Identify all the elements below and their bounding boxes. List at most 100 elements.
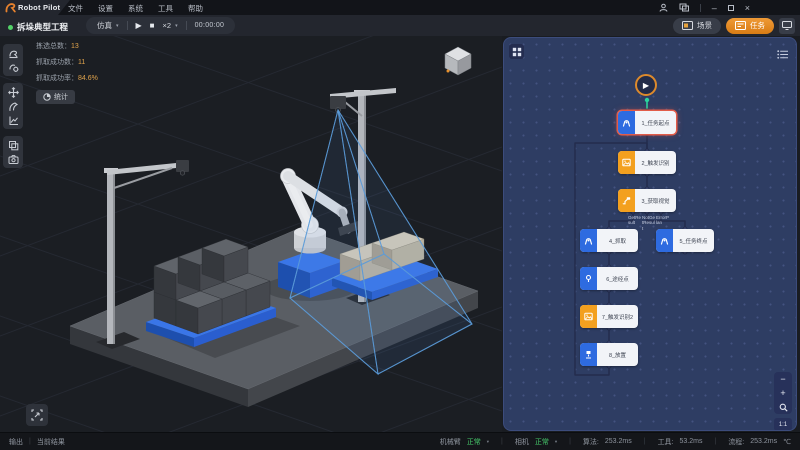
speed-select[interactable]: ×2 xyxy=(163,21,172,30)
tool-time-label: 工具: xyxy=(658,437,674,447)
menu-help[interactable]: 帮助 xyxy=(188,3,203,14)
app-name: Robot Pilot xyxy=(18,3,60,12)
node-trigger-recognition-2[interactable]: 7_触发识别2 xyxy=(580,305,638,328)
node-waypoint[interactable]: 6_途经点 xyxy=(580,267,638,290)
magnifier-icon xyxy=(779,403,788,412)
stop-button[interactable]: ■ xyxy=(150,21,155,30)
capture-frame-icon xyxy=(31,409,43,421)
algorithm-time-value: 253.2ms xyxy=(605,438,632,445)
window-controls: – × xyxy=(659,0,750,15)
tab-task[interactable]: 任务 xyxy=(726,18,774,34)
zoom-out-button[interactable]: − xyxy=(774,372,792,386)
zoom-reset-button[interactable]: 1:1 xyxy=(774,418,792,431)
play-button[interactable]: ▶ xyxy=(136,21,142,30)
pick-stats-overlay: 拣选总数：13 抓取成功数：11 抓取成功率：84.6% 统计 xyxy=(36,41,98,104)
menu-settings[interactable]: 设置 xyxy=(98,3,113,14)
stat-total-label: 拣选总数： xyxy=(36,43,71,50)
maximize-button[interactable] xyxy=(728,5,734,11)
node-grab[interactable]: 4_抓取 xyxy=(580,229,638,252)
tab-scene[interactable]: 场景 xyxy=(673,18,721,34)
menu-tools[interactable]: 工具 xyxy=(158,3,173,14)
user-icon[interactable] xyxy=(659,3,668,12)
menu-system[interactable]: 系统 xyxy=(128,3,143,14)
node-task-end[interactable]: 5_任务终点 xyxy=(656,229,714,252)
robot-library-button[interactable] xyxy=(3,46,23,60)
3d-viewport: 拣选总数：13 抓取成功数：11 抓取成功率：84.6% 统计 xyxy=(0,36,502,432)
chevron-down-icon: ▾ xyxy=(175,23,178,29)
divider xyxy=(127,21,128,30)
copy-layout-button[interactable] xyxy=(3,138,23,152)
menu-file[interactable]: 文件 xyxy=(68,3,83,14)
node-label: 6_途经点 xyxy=(597,275,638,283)
tool-group-edit xyxy=(3,83,23,129)
camera-status: 正常 xyxy=(535,437,549,447)
divider: | xyxy=(569,438,571,445)
divider: | xyxy=(644,438,646,445)
output-label[interactable]: 输出 xyxy=(9,437,23,447)
stat-success-value: 11 xyxy=(78,59,85,66)
flow-overview-button[interactable] xyxy=(509,44,524,59)
divider: | xyxy=(501,438,503,445)
current-result-label[interactable]: 当前结果 xyxy=(37,437,65,447)
node-label: 8_放置 xyxy=(597,351,638,359)
port-label-get-result: GetResult xyxy=(628,215,641,226)
divider: | xyxy=(29,438,31,445)
scene-icon xyxy=(682,21,693,30)
monitor-icon xyxy=(782,21,792,30)
tool-group-capture xyxy=(3,136,23,168)
node-label: 5_任务终点 xyxy=(673,237,714,245)
project-indicator: 拆垛典型工程 xyxy=(8,21,68,33)
node-label: 2_触发识别 xyxy=(635,159,676,167)
flow-menu-icon[interactable] xyxy=(777,46,789,64)
task-icon xyxy=(735,21,746,30)
gripper-icon xyxy=(580,229,597,252)
orientation-gizmo[interactable] xyxy=(444,46,472,76)
divider xyxy=(700,4,701,12)
project-status-dot xyxy=(8,25,13,30)
gripper-icon xyxy=(656,229,673,252)
node-label: 7_触发识别2 xyxy=(597,313,638,321)
statusbar: 输出 | 当前结果 机械臂 正常 ▾ | 相机 正常 ▾ | 算法: 253.2… xyxy=(0,432,800,450)
zoom-search-button[interactable] xyxy=(774,400,792,414)
node-place[interactable]: 8_放置 xyxy=(580,343,638,366)
start-play-icon: ▶ xyxy=(643,81,649,90)
minimize-button[interactable]: – xyxy=(712,3,717,13)
statistics-button[interactable]: 统计 xyxy=(36,90,75,104)
flow-edges xyxy=(504,38,797,431)
simulation-timer: 00:00:00 xyxy=(195,22,225,29)
robot-label: 机械臂 xyxy=(440,437,461,447)
chevron-down-icon[interactable]: ▾ xyxy=(487,439,489,445)
flow-start-node[interactable]: ▶ xyxy=(635,74,657,96)
vision-robot-icon xyxy=(618,189,635,212)
chevron-down-icon[interactable]: ▾ xyxy=(555,439,557,445)
tab-task-label: 任务 xyxy=(750,20,765,31)
process-time-value: 253.2ms xyxy=(750,438,777,445)
task-flow-panel: ▶ 1_任务起点 2_触发识别 3_获取视觉 GetResult NotGetR… xyxy=(503,37,797,431)
photo-icon xyxy=(580,305,597,328)
temperature-indicator: ℃ xyxy=(783,438,791,446)
close-button[interactable]: × xyxy=(745,3,750,13)
layout-icon[interactable] xyxy=(679,3,689,12)
node-label: 1_任务起点 xyxy=(635,119,676,127)
pie-chart-icon xyxy=(43,93,51,101)
menubar: 文件 设置 系统 工具 帮助 xyxy=(68,3,203,14)
camera-capture-button[interactable] xyxy=(3,152,23,166)
tool-time-value: 53.2ms xyxy=(680,438,703,445)
port-label-not-get-result: NotGetResult xyxy=(642,215,655,231)
gripper-icon xyxy=(618,111,635,134)
stat-success-label: 抓取成功数： xyxy=(36,59,78,66)
panel-toggle-button[interactable] xyxy=(779,18,795,34)
zoom-in-button[interactable]: + xyxy=(774,386,792,400)
titlebar: Robot Pilot 文件 设置 系统 工具 帮助 – × xyxy=(0,0,800,15)
node-task-start[interactable]: 1_任务起点 xyxy=(618,111,676,134)
robot-config-button[interactable] xyxy=(3,60,23,74)
mode-select[interactable]: 仿真 xyxy=(97,20,112,31)
move-tool-button[interactable] xyxy=(3,85,23,99)
measure-chart-button[interactable] xyxy=(3,113,23,127)
tool-setup-button[interactable] xyxy=(3,99,23,113)
statistics-button-label: 统计 xyxy=(54,92,68,102)
camera-label: 相机 xyxy=(515,437,529,447)
node-trigger-recognition[interactable]: 2_触发识别 xyxy=(618,151,676,174)
screenshot-button[interactable] xyxy=(26,404,48,426)
node-get-vision[interactable]: 3_获取视觉 xyxy=(618,189,676,212)
